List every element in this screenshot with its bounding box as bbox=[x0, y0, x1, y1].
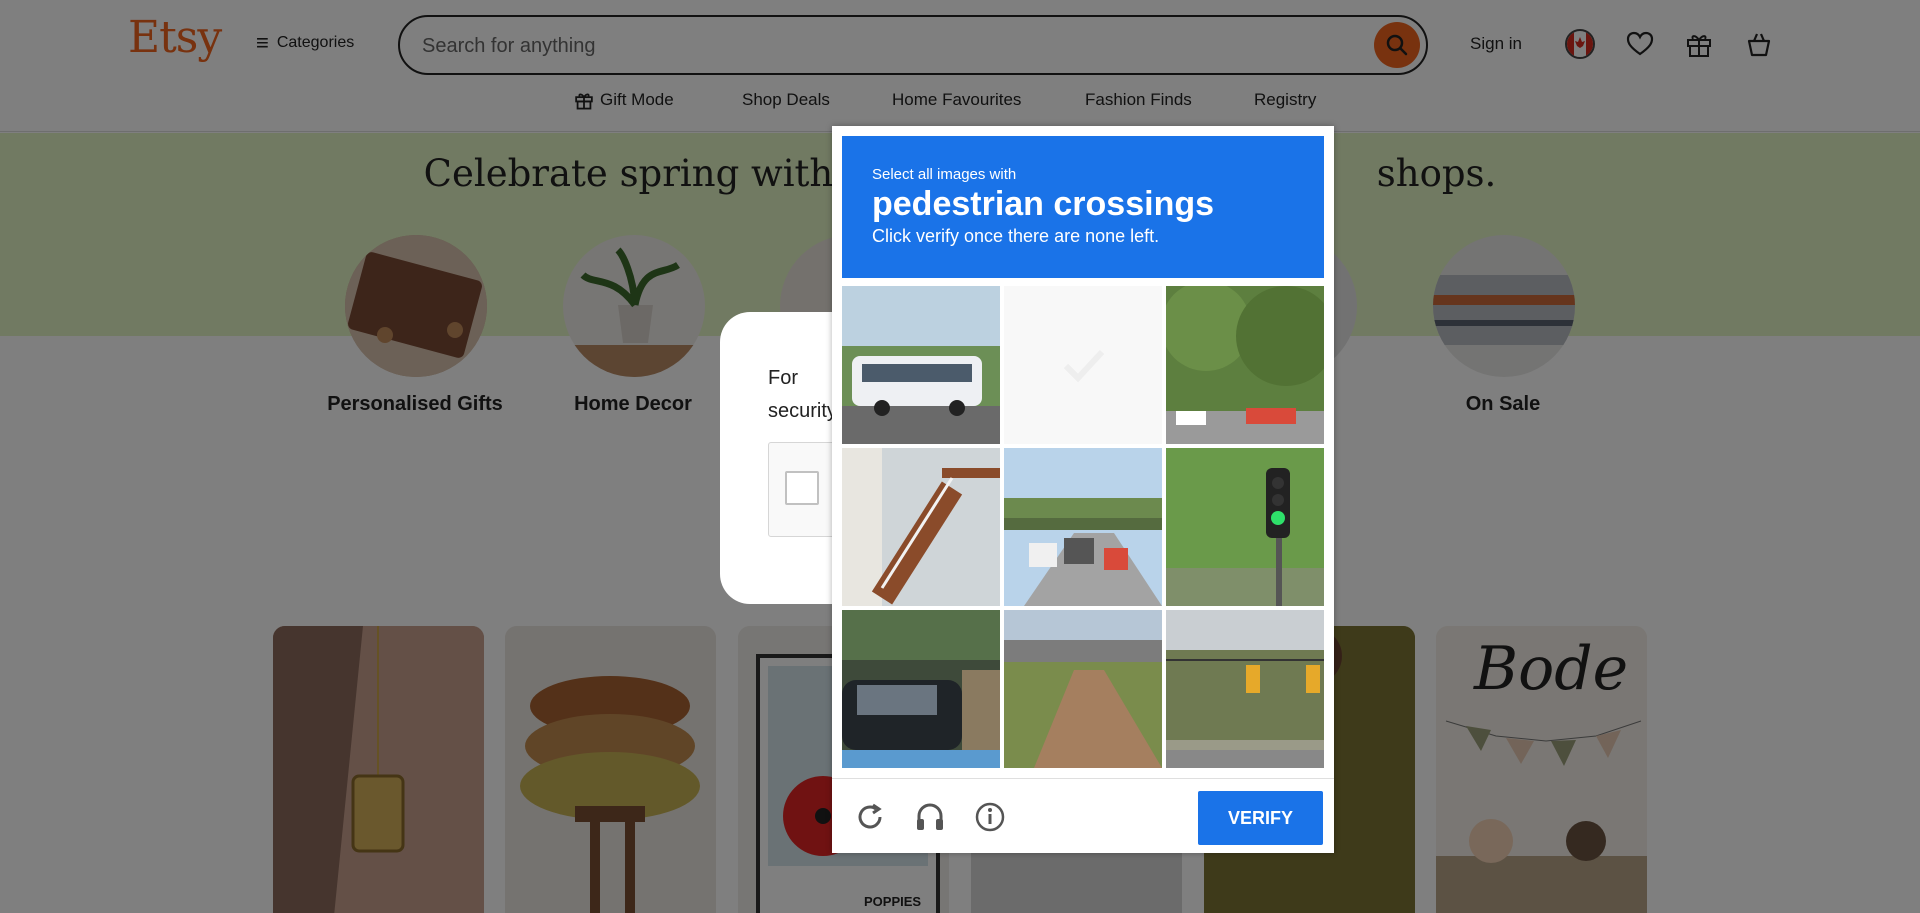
captcha-tile-8[interactable] bbox=[1004, 610, 1162, 768]
captcha-tile-3[interactable] bbox=[1166, 286, 1324, 444]
headphones-icon bbox=[917, 803, 943, 830]
verify-button[interactable]: VERIFY bbox=[1198, 791, 1323, 845]
captcha-target: pedestrian crossings bbox=[872, 185, 1215, 223]
captcha-tile-7[interactable] bbox=[842, 610, 1000, 768]
captcha-header: Select all images with pedestrian crossi… bbox=[842, 136, 1324, 278]
info-icon bbox=[975, 802, 1005, 832]
captcha-challenge: Select all images with pedestrian crossi… bbox=[832, 126, 1334, 853]
info-button[interactable] bbox=[972, 799, 1008, 835]
reload-icon bbox=[858, 803, 882, 829]
recaptcha-checkbox[interactable] bbox=[785, 471, 819, 505]
captcha-tile-6[interactable] bbox=[1166, 448, 1324, 606]
captcha-tile-5[interactable] bbox=[1004, 448, 1162, 606]
captcha-grid bbox=[842, 286, 1324, 768]
audio-challenge-button[interactable] bbox=[912, 799, 948, 835]
captcha-subinstruction: Click verify once there are none left. bbox=[872, 226, 1160, 246]
captcha-footer: VERIFY bbox=[832, 778, 1334, 853]
captcha-tile-9[interactable] bbox=[1166, 610, 1324, 768]
captcha-instruction: Select all images with bbox=[872, 166, 1017, 183]
reload-button[interactable] bbox=[852, 799, 888, 835]
captcha-tile-2[interactable] bbox=[1004, 286, 1162, 444]
captcha-tile-4[interactable] bbox=[842, 448, 1000, 606]
captcha-tile-1[interactable] bbox=[842, 286, 1000, 444]
